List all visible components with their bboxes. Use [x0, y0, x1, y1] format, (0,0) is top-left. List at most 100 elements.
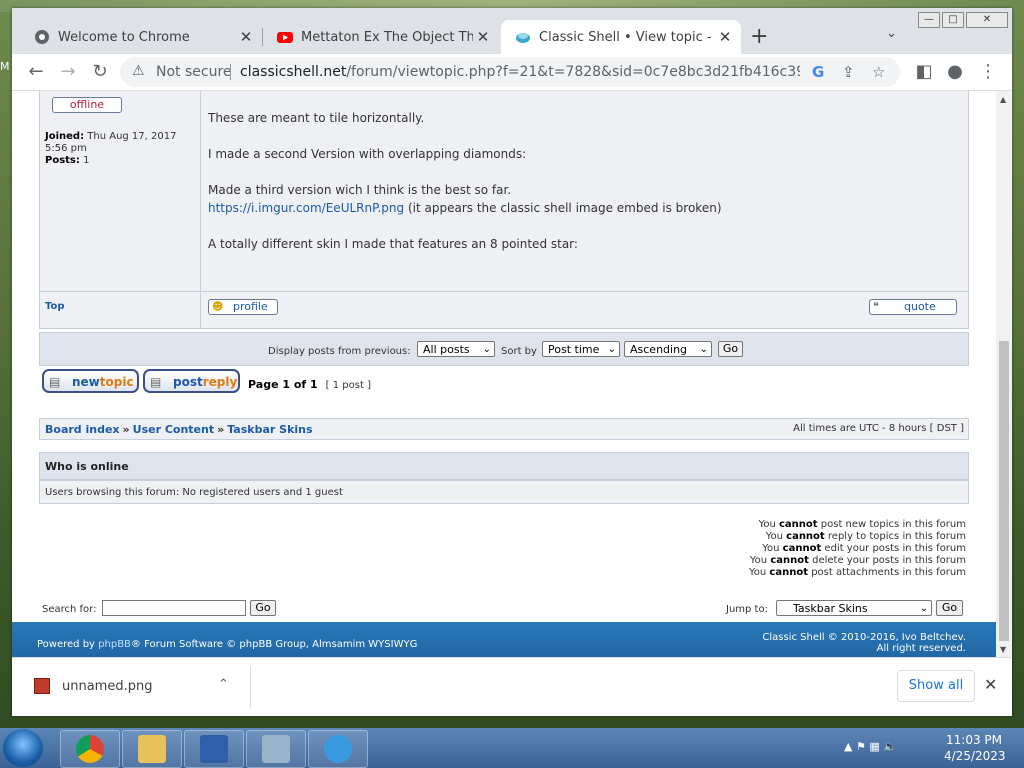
- jump-to-select[interactable]: Taskbar Skins ⌄: [776, 600, 932, 616]
- profile-button[interactable]: ☻ profile: [208, 299, 278, 315]
- chevron-down-icon: ⌄: [919, 603, 928, 614]
- permission-line: You cannot delete your posts in this for…: [749, 555, 966, 566]
- breadcrumb-board-index[interactable]: Board index: [45, 423, 120, 436]
- phpbb-link[interactable]: phpBB: [98, 639, 131, 650]
- google-icon[interactable]: G: [812, 63, 824, 81]
- close-icon[interactable]: ✕: [984, 675, 997, 694]
- share-icon[interactable]: ⇪: [842, 63, 855, 81]
- warning-icon: ⚠: [132, 63, 145, 79]
- network-icon: ▦: [869, 740, 880, 753]
- who-is-online-body: Users browsing this forum: No registered…: [39, 480, 969, 504]
- user-icon: ☻: [212, 300, 224, 313]
- clock[interactable]: 11:03 PM 4/25/2023: [944, 732, 1006, 764]
- forward-icon[interactable]: →: [56, 60, 80, 84]
- author-details: Joined: Thu Aug 17, 2017 5:56 pm Posts: …: [45, 131, 195, 167]
- close-icon[interactable]: ✕: [236, 28, 256, 46]
- permission-line: You cannot post new topics in this forum: [758, 519, 966, 530]
- who-is-online-text: Users browsing this forum: No registered…: [45, 487, 343, 498]
- post-reply-button[interactable]: ▤ postreply: [143, 369, 240, 393]
- display-go-button[interactable]: Go: [718, 341, 743, 357]
- divider: [230, 64, 231, 80]
- taskbar-ie[interactable]: [308, 730, 368, 768]
- image-file-icon: [34, 678, 50, 694]
- tab-youtube[interactable]: Mettaton Ex The Object Thingy - ✕: [263, 20, 499, 54]
- monitor-icon: [200, 735, 228, 763]
- jump-go-button[interactable]: Go: [936, 600, 963, 616]
- post-body: These are meant to tile horizontally. I …: [208, 109, 722, 271]
- post-footer: Top ☻ profile ❝ quote: [40, 291, 968, 322]
- permission-line: You cannot reply to topics in this forum: [765, 531, 966, 542]
- tab-search-chevron-icon[interactable]: ⌄: [886, 26, 897, 41]
- scroll-down-icon[interactable]: ▼: [1000, 645, 1006, 654]
- select-value: Taskbar Skins: [793, 602, 868, 615]
- page-scrollbar[interactable]: ▲ ▼: [996, 91, 1012, 657]
- sidebar-icon[interactable]: ◧: [912, 60, 936, 84]
- forum-post: offline Joined: Thu Aug 17, 2017 5:56 pm…: [39, 91, 969, 329]
- star-icon[interactable]: ☆: [872, 63, 885, 81]
- internet-explorer-icon: [324, 735, 352, 763]
- taskbar-app[interactable]: [246, 730, 306, 768]
- post-line: A totally different skin I made that fea…: [208, 237, 578, 251]
- sort-order-select[interactable]: Ascending ⌄: [624, 341, 712, 357]
- reload-icon[interactable]: ↻: [88, 60, 112, 84]
- top-link[interactable]: Top: [45, 301, 65, 312]
- breadcrumb-user-content[interactable]: User Content: [133, 423, 214, 436]
- new-tab-button[interactable]: +: [750, 24, 768, 49]
- permission-line: You cannot edit your posts in this forum: [762, 543, 966, 554]
- download-shelf: unnamed.png ⌃ Show all ✕: [12, 657, 1012, 716]
- profile-label: profile: [233, 300, 268, 313]
- taskbar-chrome[interactable]: [60, 730, 120, 768]
- tab-welcome[interactable]: Welcome to Chrome ✕: [20, 20, 262, 54]
- display-posts-select[interactable]: All posts ⌄: [417, 341, 495, 357]
- quote-button[interactable]: ❝ quote: [869, 299, 957, 315]
- url-domain: classicshell.net: [240, 64, 347, 80]
- sort-by-select[interactable]: Post time ⌄: [542, 341, 620, 357]
- menu-icon[interactable]: ⋮: [976, 60, 1000, 84]
- search-input[interactable]: [102, 600, 246, 616]
- quote-label: quote: [904, 300, 936, 313]
- search-go-button[interactable]: Go: [250, 600, 276, 616]
- sort-label: Sort by: [501, 346, 537, 357]
- search-label: Search for:: [42, 604, 97, 615]
- copyright: Classic Shell © 2010-2016, Ivo Beltchev.…: [762, 632, 966, 654]
- tab-title: Welcome to Chrome: [58, 29, 190, 45]
- jump-label: Jump to:: [726, 604, 768, 615]
- post-count: [ 1 post ]: [325, 380, 371, 391]
- scrollbar-thumb[interactable]: [999, 341, 1009, 641]
- close-window-button[interactable]: ✕: [966, 12, 1008, 28]
- tab-title: Mettaton Ex The Object Thingy -: [301, 29, 473, 45]
- back-icon[interactable]: ←: [24, 60, 48, 84]
- show-all-button[interactable]: Show all: [897, 670, 975, 702]
- minimize-button[interactable]: —: [918, 12, 940, 28]
- page-footer: Powered by phpBB® Forum Software © phpBB…: [12, 622, 996, 657]
- scroll-up-icon[interactable]: ▲: [1000, 95, 1006, 104]
- close-icon[interactable]: ✕: [473, 28, 493, 46]
- start-button[interactable]: [3, 729, 43, 767]
- address-bar[interactable]: ⚠ Not secure classicshell.net/forum/view…: [120, 57, 900, 87]
- folder-icon: [138, 735, 166, 763]
- close-icon[interactable]: ✕: [715, 28, 735, 46]
- download-item[interactable]: unnamed.png: [62, 679, 152, 694]
- copyright-line: All right reserved.: [876, 643, 966, 654]
- taskbar-explorer[interactable]: [122, 730, 182, 768]
- show-hidden-icons-icon: ▲: [844, 740, 853, 753]
- link-note: (it appears the classic shell image embe…: [407, 201, 722, 215]
- tab-classic-shell[interactable]: Classic Shell • View topic - Diamo ✕: [501, 20, 741, 54]
- image-link[interactable]: https://i.imgur.com/EeULRnP.png: [208, 201, 404, 215]
- maximize-button[interactable]: □: [942, 12, 964, 28]
- breadcrumb-separator: »: [122, 423, 130, 436]
- breadcrumb-taskbar-skins[interactable]: Taskbar Skins: [227, 423, 312, 436]
- browser-toolbar: ← → ↻ ⚠ Not secure classicshell.net/foru…: [12, 54, 1012, 91]
- post-line: Made a third version wich I think is the…: [208, 183, 512, 197]
- taskbar-remote-desktop[interactable]: [184, 730, 244, 768]
- flag-icon: ⚑: [855, 740, 866, 753]
- url-text[interactable]: classicshell.net/forum/viewtopic.php?f=2…: [240, 64, 800, 80]
- new-topic-button[interactable]: ▤ newtopic: [42, 369, 139, 393]
- document-icon: [262, 735, 290, 763]
- chevron-up-icon[interactable]: ⌃: [218, 677, 229, 692]
- powered-by: Powered by phpBB® Forum Software © phpBB…: [37, 639, 417, 650]
- profile-avatar-icon[interactable]: ●: [943, 60, 967, 84]
- clock-time: 11:03 PM: [946, 733, 1002, 747]
- security-label: Not secure: [156, 64, 232, 80]
- system-tray[interactable]: ▲ ⚑ ▦ 🔈: [844, 740, 897, 753]
